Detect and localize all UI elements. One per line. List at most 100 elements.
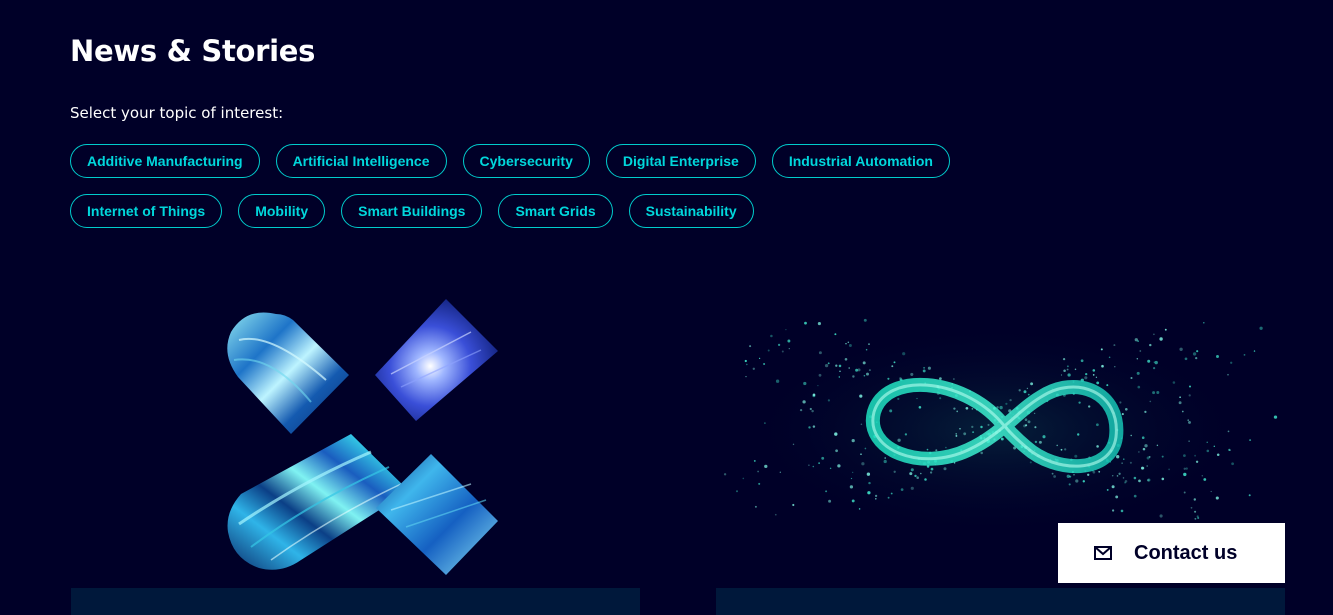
topic-chip-internet-of-things[interactable]: Internet of Things	[70, 194, 223, 228]
topic-chip-artificial-intelligence[interactable]: Artificial Intelligence	[275, 144, 447, 178]
particle-dot	[829, 467, 832, 470]
particle-dot	[752, 367, 755, 370]
particle-dot	[1164, 328, 1167, 331]
particle-dot	[1025, 424, 1028, 427]
particle-dot	[818, 373, 822, 377]
particle-dot	[1000, 437, 1004, 441]
particle-dot	[764, 422, 766, 424]
particle-dot	[1106, 384, 1109, 387]
particle-dot	[930, 467, 934, 471]
particle-dot	[1248, 494, 1251, 497]
particle-dot	[1181, 410, 1184, 413]
particle-dot	[838, 364, 842, 368]
contact-us-button[interactable]: Contact us	[1058, 523, 1285, 583]
topic-chip-cybersecurity[interactable]: Cybersecurity	[462, 144, 590, 178]
particle-dot	[897, 438, 901, 442]
particle-dot	[1194, 517, 1197, 520]
particle-dot	[1098, 470, 1101, 473]
particle-dot	[1141, 436, 1145, 439]
particle-dot	[889, 409, 893, 413]
particle-dot	[1249, 439, 1252, 442]
particle-dot	[866, 472, 871, 476]
particle-dot	[770, 334, 773, 338]
particle-dot	[883, 459, 887, 464]
particle-dot	[839, 370, 841, 372]
particle-dot	[1193, 498, 1197, 501]
x-mark-image	[227, 299, 498, 575]
particle-dot	[1195, 356, 1198, 360]
particle-dot	[1100, 348, 1103, 351]
particle-dot	[861, 462, 865, 466]
particle-dot	[1216, 453, 1220, 456]
topic-chip-smart-grids[interactable]: Smart Grids	[498, 194, 613, 228]
particle-dot	[1153, 333, 1155, 336]
particle-dot	[971, 425, 974, 429]
particle-dot	[1030, 382, 1034, 386]
contact-us-label: Contact us	[1134, 541, 1238, 564]
particle-dot	[860, 423, 863, 426]
particle-dot	[818, 462, 820, 464]
particle-dot	[863, 374, 866, 377]
topic-chip-mobility[interactable]: Mobility	[238, 194, 326, 228]
particle-dot	[1009, 398, 1012, 402]
particle-dot	[923, 366, 926, 369]
particle-dot	[1111, 509, 1115, 512]
topic-chip-smart-buildings[interactable]: Smart Buildings	[341, 194, 483, 228]
particle-dot	[1026, 387, 1029, 390]
particle-dot	[1149, 343, 1152, 347]
particle-dot	[1121, 462, 1123, 464]
particle-dot	[1062, 357, 1066, 361]
particle-dot	[1129, 461, 1132, 464]
story-card[interactable]	[71, 262, 640, 615]
particle-dot	[1130, 376, 1133, 380]
particle-dot	[887, 496, 890, 499]
particle-dot	[1124, 407, 1128, 411]
particle-dot	[1185, 467, 1188, 470]
particle-dot	[1130, 434, 1132, 437]
particle-dot	[1172, 381, 1176, 384]
particle-dot	[910, 372, 914, 376]
particle-dot	[767, 349, 770, 352]
particle-dot	[1188, 385, 1192, 388]
particle-dot	[723, 473, 727, 476]
particle-dot	[1188, 440, 1190, 442]
topic-chip-industrial-automation[interactable]: Industrial Automation	[771, 144, 950, 178]
particle-dot	[939, 377, 942, 380]
particle-dot	[953, 407, 956, 410]
particle-dot	[1178, 401, 1182, 405]
particle-dot	[972, 431, 975, 434]
particle-dot	[956, 410, 959, 413]
particle-dot	[1144, 410, 1147, 414]
particle-dot	[1092, 374, 1095, 376]
particle-dot	[803, 381, 807, 386]
particle-dot	[792, 443, 795, 446]
particle-dot	[887, 377, 890, 380]
particle-dot	[987, 423, 990, 426]
particle-dot	[891, 365, 894, 368]
particle-dot	[862, 361, 866, 365]
particle-dot	[824, 363, 829, 368]
particle-dot	[787, 339, 791, 343]
particle-dot	[1087, 473, 1090, 476]
particle-dot	[1194, 510, 1197, 513]
topic-chip-digital-enterprise[interactable]: Digital Enterprise	[605, 144, 756, 178]
particle-dot	[1082, 480, 1085, 483]
particle-dot	[902, 352, 906, 356]
particle-dot	[850, 477, 853, 480]
particle-dot	[1146, 465, 1149, 467]
particle-dot	[736, 490, 738, 493]
particle-dot	[821, 456, 825, 460]
particle-dot	[866, 372, 869, 376]
particle-dot	[1063, 369, 1066, 373]
particle-dot	[1005, 402, 1008, 405]
particle-dot	[1034, 440, 1038, 444]
particle-dot	[847, 341, 850, 343]
particle-dot	[1179, 347, 1183, 351]
particle-dot	[1194, 454, 1196, 457]
topic-chip-sustainability[interactable]: Sustainability	[628, 194, 754, 228]
particle-dot	[1023, 390, 1027, 394]
particle-dot	[851, 499, 855, 503]
particle-dot	[860, 453, 862, 455]
particle-dot	[1231, 462, 1234, 466]
topic-chip-additive-manufacturing[interactable]: Additive Manufacturing	[70, 144, 260, 178]
